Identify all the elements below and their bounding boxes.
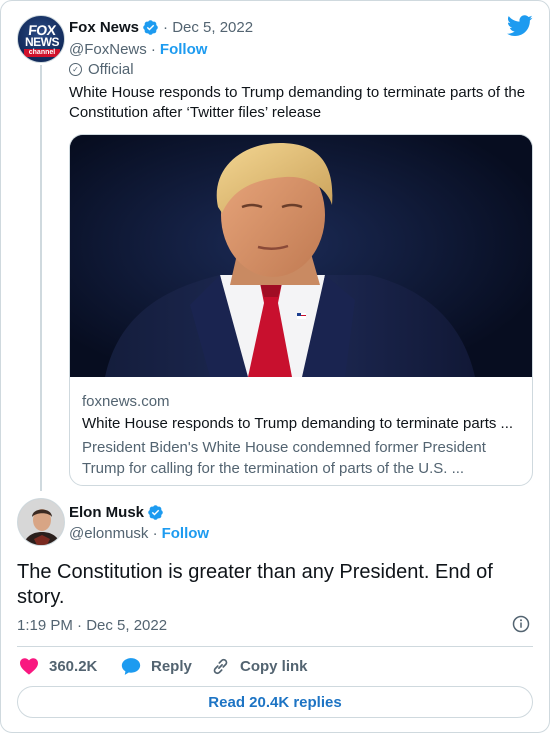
- twitter-bird-icon[interactable]: [507, 15, 533, 37]
- author-name[interactable]: Fox News: [69, 19, 139, 36]
- heart-icon: [20, 658, 38, 675]
- link-title: White House responds to Trump demanding …: [82, 415, 514, 432]
- quoted-tweet-text: White House responds to Trump demanding …: [69, 84, 526, 121]
- thread-line: [40, 65, 42, 491]
- author-handle[interactable]: @FoxNews ·: [69, 41, 156, 58]
- official-label: Official: [88, 61, 134, 78]
- tweet-date[interactable]: · Dec 5, 2022: [163, 19, 253, 36]
- follow-button[interactable]: Follow: [162, 525, 210, 542]
- like-count: 360.2K: [49, 657, 98, 675]
- read-replies-button[interactable]: Read 20.4K replies: [17, 686, 533, 718]
- link-description: President Biden's White House condemned …: [82, 439, 486, 477]
- main-author-row: Elon Musk: [69, 504, 164, 521]
- avatar-logo-text: NEWS: [25, 35, 60, 49]
- copy-link-label: Copy link: [240, 658, 308, 675]
- copy-link-button[interactable]: Copy link: [211, 657, 308, 676]
- verified-badge-icon: [143, 20, 158, 35]
- portrait-illustration: [70, 135, 532, 377]
- elon-musk-avatar[interactable]: [17, 498, 65, 546]
- official-label-row: ✓ Official: [69, 61, 134, 78]
- main-handle-row: @elonmusk · Follow: [69, 525, 209, 542]
- quoted-author-row: Fox News · Dec 5, 2022: [69, 19, 253, 36]
- link-preview-card[interactable]: foxnews.com White House responds to Trum…: [69, 134, 533, 486]
- tweet-text: The Constitution is greater than any Pre…: [17, 561, 493, 608]
- verified-badge-icon: [148, 505, 163, 520]
- like-button[interactable]: 360.2K: [19, 657, 97, 675]
- fox-news-avatar[interactable]: FOX NEWS channel: [17, 15, 65, 63]
- tweet-timestamp[interactable]: 1:19 PM · Dec 5, 2022: [17, 617, 167, 634]
- info-icon[interactable]: [512, 615, 530, 633]
- quoted-handle-row: @FoxNews · Follow: [69, 41, 207, 58]
- tweet-embed-card: FOX NEWS channel Fox News · Dec 5, 2022 …: [0, 0, 550, 733]
- avatar-logo-text: channel: [24, 49, 60, 57]
- official-ring-icon: ✓: [69, 63, 82, 76]
- author-name[interactable]: Elon Musk: [69, 504, 144, 521]
- avatar-portrait: [18, 499, 64, 545]
- link-icon: [213, 658, 228, 675]
- reply-bubble-icon: [121, 658, 141, 675]
- divider: [17, 646, 533, 647]
- author-handle[interactable]: @elonmusk ·: [69, 525, 158, 542]
- link-domain: foxnews.com: [82, 393, 170, 410]
- reply-label: Reply: [151, 658, 192, 675]
- follow-button[interactable]: Follow: [160, 41, 208, 58]
- link-preview-image: [70, 135, 532, 377]
- read-replies-label: Read 20.4K replies: [208, 693, 342, 711]
- reply-button[interactable]: Reply: [121, 657, 192, 676]
